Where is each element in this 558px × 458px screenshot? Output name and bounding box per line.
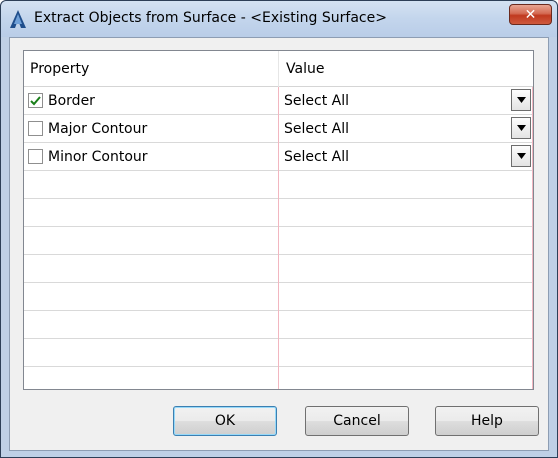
property-cell: Minor Contour [24,143,278,170]
chevron-down-icon [516,125,526,131]
minor-contour-checkbox[interactable] [28,149,43,164]
dialog-client-area: Property Value Border Select All Major C… [9,37,549,451]
chevron-down-icon [516,153,526,159]
grid-header: Property Value [24,51,533,87]
column-separator [278,87,279,389]
value-label: Select All [284,120,349,137]
property-label: Minor Contour [48,148,148,165]
checkmark-icon [30,96,41,106]
close-icon: ✕ [524,6,537,23]
value-dropdown[interactable]: Select All [280,87,533,114]
close-button[interactable]: ✕ [509,4,552,25]
dropdown-button[interactable] [511,145,531,167]
column-header-property[interactable]: Property [24,51,279,87]
title-bar[interactable]: Extract Objects from Surface - <Existing… [1,1,557,37]
value-dropdown[interactable]: Select All [280,143,533,170]
grid-right-edge [532,87,533,389]
dialog-window: Extract Objects from Surface - <Existing… [0,0,558,458]
dropdown-button[interactable] [511,89,531,111]
cancel-button[interactable]: Cancel [305,406,409,436]
value-dropdown[interactable]: Select All [280,115,533,142]
help-button[interactable]: Help [435,406,539,436]
property-cell: Major Contour [24,115,278,142]
ok-button[interactable]: OK [173,406,277,436]
property-label: Major Contour [48,120,148,137]
value-label: Select All [284,92,349,109]
property-grid: Property Value Border Select All Major C… [23,50,534,390]
chevron-down-icon [516,97,526,103]
major-contour-checkbox[interactable] [28,121,43,136]
value-label: Select All [284,148,349,165]
border-checkbox[interactable] [28,93,43,108]
window-title: Extract Objects from Surface - <Existing… [34,10,387,26]
property-label: Border [48,92,95,109]
property-cell: Border [24,87,278,114]
dropdown-button[interactable] [511,117,531,139]
autocad-civil-app-icon [9,9,27,29]
column-header-value[interactable]: Value [280,51,533,87]
